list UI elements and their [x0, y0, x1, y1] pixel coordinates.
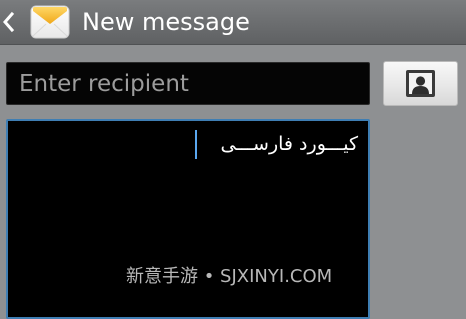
message-text: کیـــورد فارســـی — [220, 133, 358, 155]
envelope-icon — [30, 5, 70, 39]
page-title: New message — [82, 8, 250, 36]
contacts-button[interactable] — [383, 61, 458, 106]
message-input[interactable]: کیـــورد فارســـی 新意手游 • SJXINYI.COM — [6, 119, 370, 319]
chevron-left-icon — [3, 11, 15, 33]
text-cursor — [195, 130, 197, 159]
recipient-input[interactable]: Enter recipient — [6, 62, 370, 105]
action-bar: New message — [0, 0, 466, 45]
contact-card-icon — [406, 70, 435, 97]
back-button[interactable] — [0, 0, 76, 45]
recipient-placeholder: Enter recipient — [19, 71, 189, 97]
watermark: 新意手游 • SJXINYI.COM — [126, 266, 333, 287]
